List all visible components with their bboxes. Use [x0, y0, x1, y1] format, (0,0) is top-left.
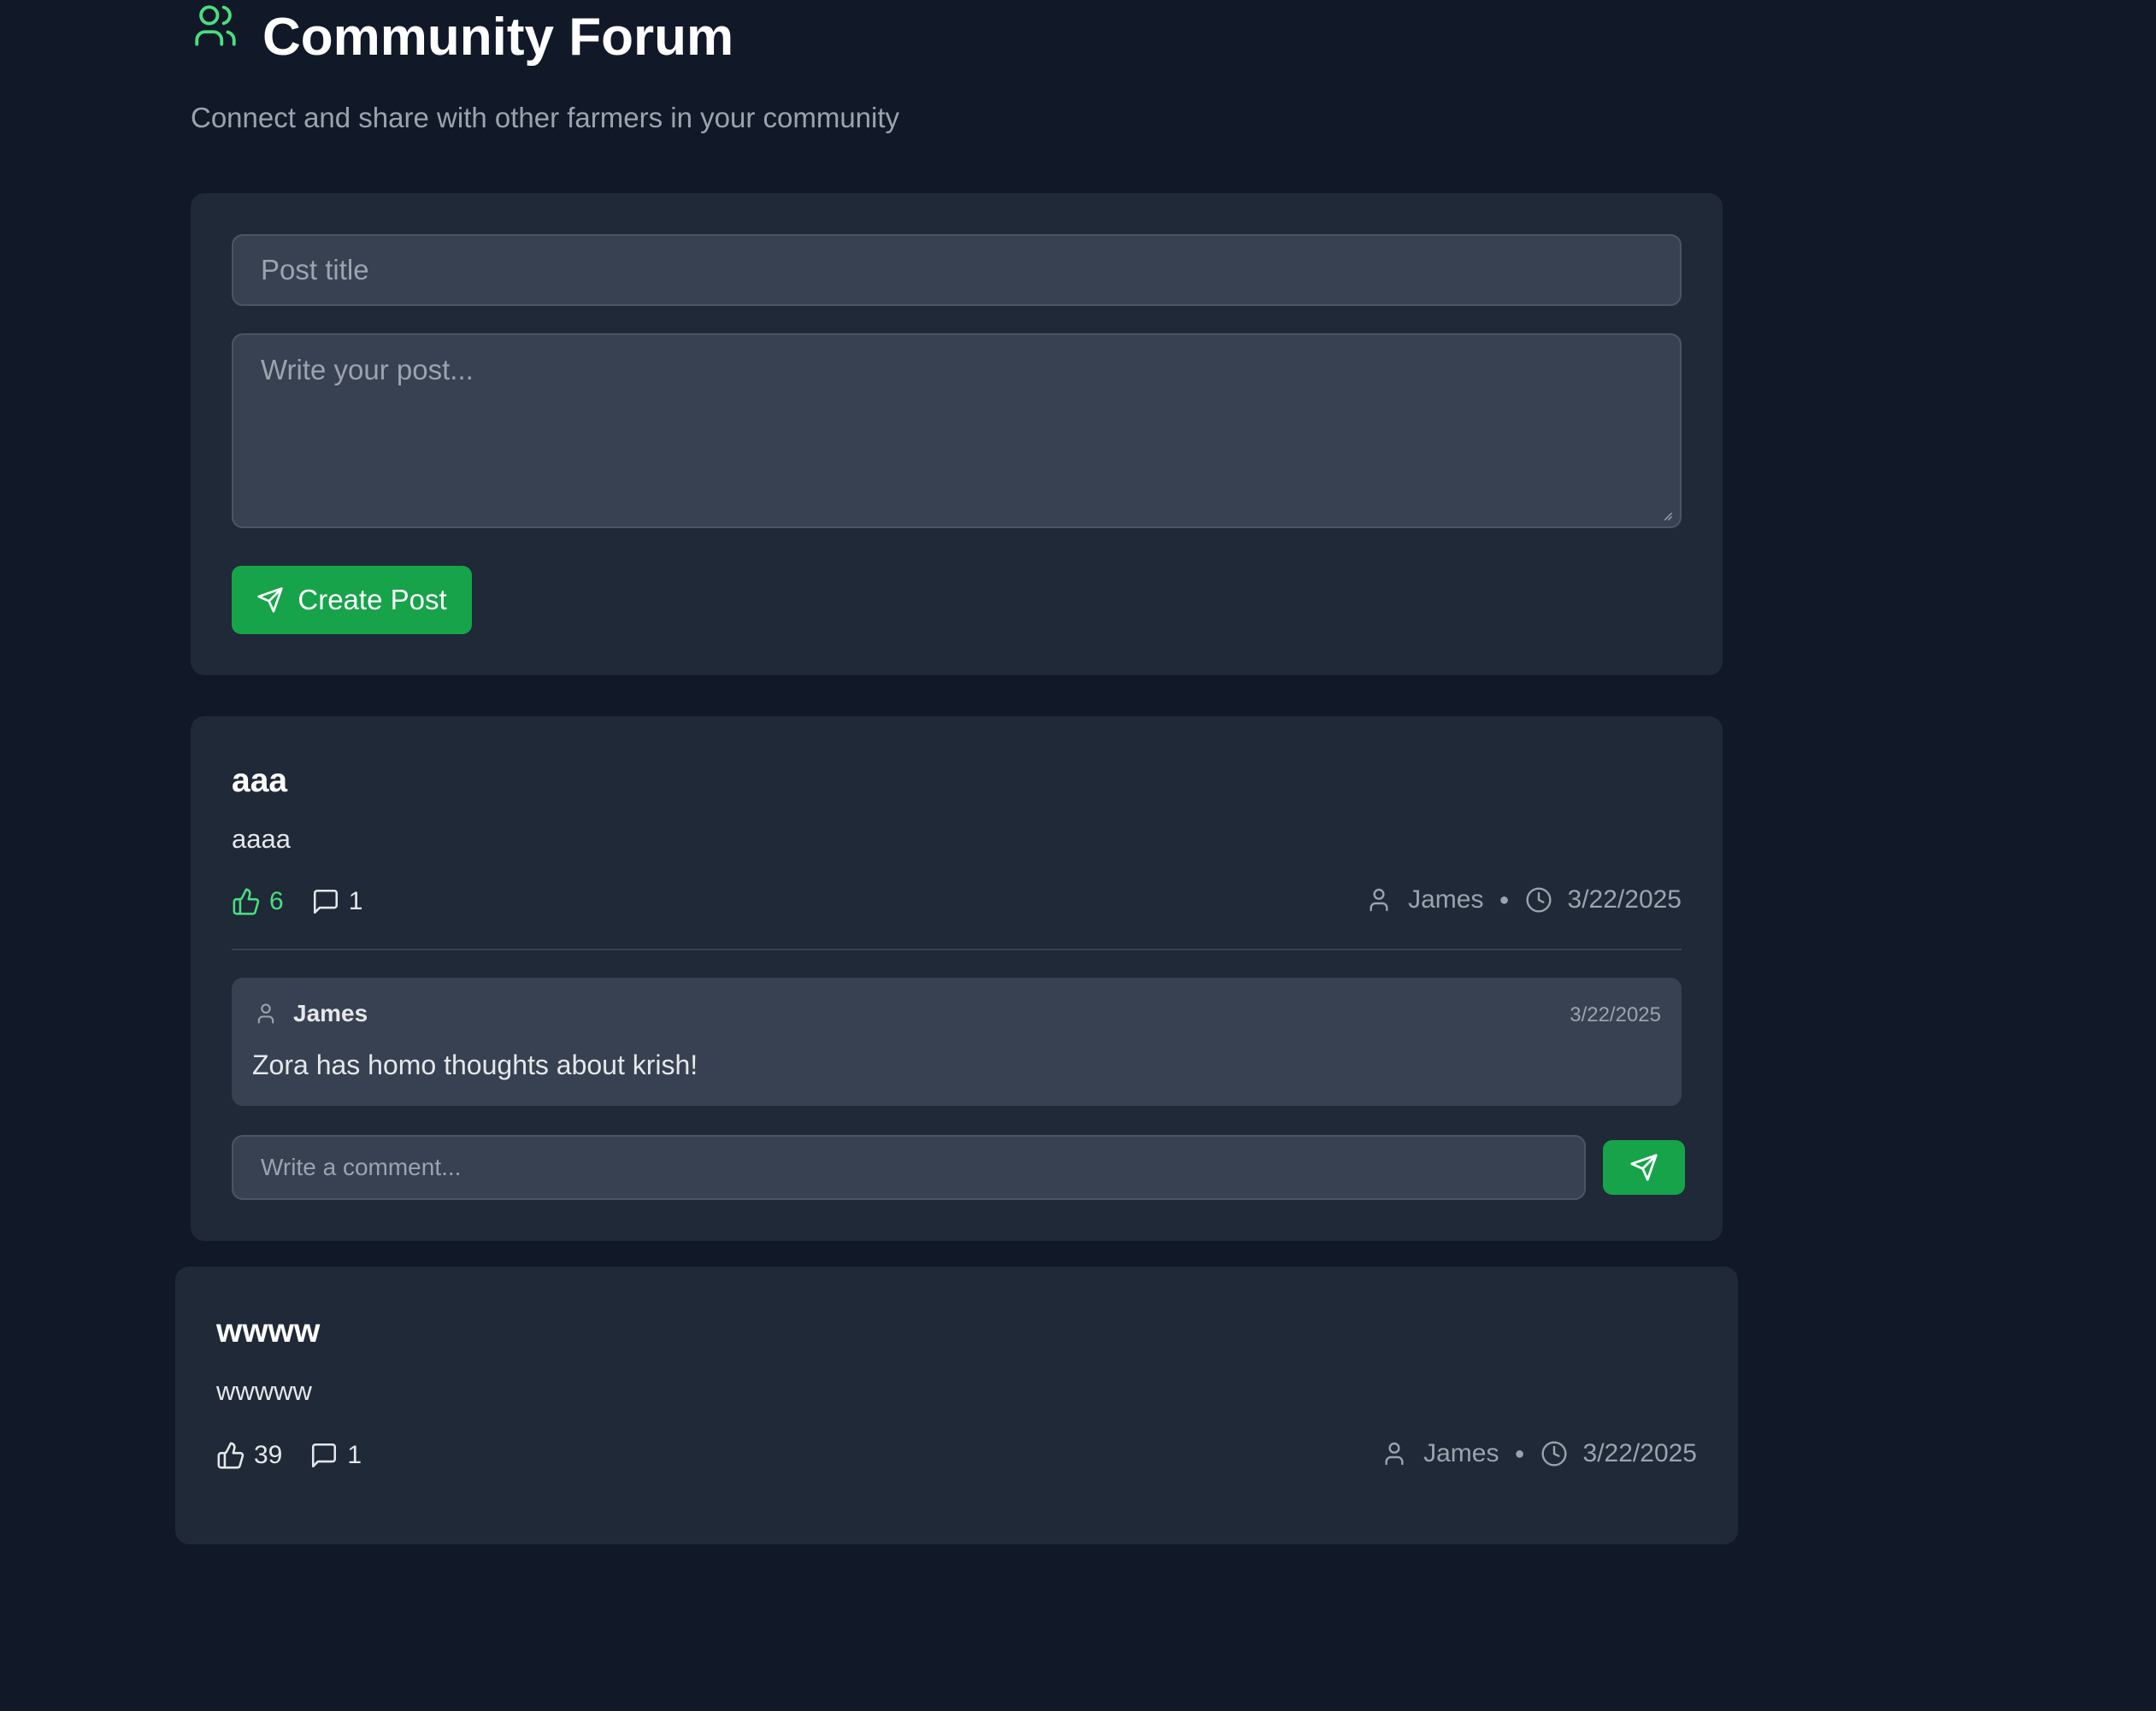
post-author: James [1408, 885, 1484, 914]
comment-author: James [293, 1000, 368, 1026]
like-count: 39 [254, 1441, 283, 1469]
clock-icon [1525, 887, 1552, 913]
divider [232, 949, 1682, 950]
create-post-card: Post title Write your post... Create Pos… [191, 193, 1723, 675]
user-icon [257, 1003, 274, 1024]
post-meta: James ● 3/22/2025 [1365, 885, 1682, 914]
like-count: 6 [269, 887, 284, 915]
post-date: 3/22/2025 [1582, 1439, 1697, 1467]
comment-item: James 3/22/2025 Zora has homo thoughts a… [232, 978, 1682, 1106]
message-square-icon [312, 1443, 337, 1468]
page-header: Community Forum Connect and share with o… [191, 0, 899, 133]
post-meta: James ● 3/22/2025 [1381, 1439, 1697, 1468]
comment-text: Zora has homo thoughts about krish! [252, 1050, 698, 1080]
thumbs-up-icon [233, 888, 260, 915]
send-comment-button[interactable] [1603, 1140, 1685, 1195]
separator-dot: ● [1499, 890, 1510, 909]
post-title: wwww [216, 1313, 321, 1349]
post-title: aaa [232, 762, 288, 799]
separator-dot: ● [1514, 1443, 1525, 1463]
comment-date: 3/22/2025 [1570, 1003, 1661, 1026]
page-subtitle: Connect and share with other farmers in … [191, 102, 900, 133]
user-icon [1370, 888, 1388, 912]
post-date: 3/22/2025 [1567, 885, 1682, 914]
page-title: Community Forum [262, 8, 734, 67]
comment-input[interactable]: Write a comment... [232, 1135, 1586, 1200]
create-post-label: Create Post [297, 584, 447, 615]
like-button[interactable]: 6 [232, 887, 284, 916]
like-button[interactable]: 39 [216, 1441, 282, 1470]
post-card: wwww wwwww 39 1 James ● 3/22/2025 [175, 1267, 1738, 1544]
comment-toggle-button[interactable]: 1 [311, 887, 363, 916]
post-body: aaaa [232, 824, 291, 854]
post-body: wwwww [216, 1376, 312, 1406]
post-title-input[interactable]: Post title [232, 234, 1682, 306]
send-icon [257, 587, 284, 613]
resize-handle-icon[interactable] [1661, 509, 1673, 521]
send-icon [1630, 1154, 1658, 1181]
clock-icon [1540, 1441, 1567, 1467]
post-card: aaa aaaa 6 1 James ● 3/22/2025 James 3/2… [191, 716, 1723, 1241]
create-post-button[interactable]: Create Post [232, 566, 472, 634]
message-square-icon [313, 889, 338, 914]
post-author: James [1423, 1439, 1499, 1467]
thumbs-up-icon [217, 1442, 244, 1469]
comment-count: 1 [347, 1441, 362, 1469]
users-icon [195, 5, 236, 46]
user-icon [1385, 1442, 1404, 1466]
comment-toggle-button[interactable]: 1 [309, 1441, 362, 1470]
comment-count: 1 [348, 887, 363, 915]
post-body-textarea[interactable]: Write your post... [232, 333, 1682, 528]
